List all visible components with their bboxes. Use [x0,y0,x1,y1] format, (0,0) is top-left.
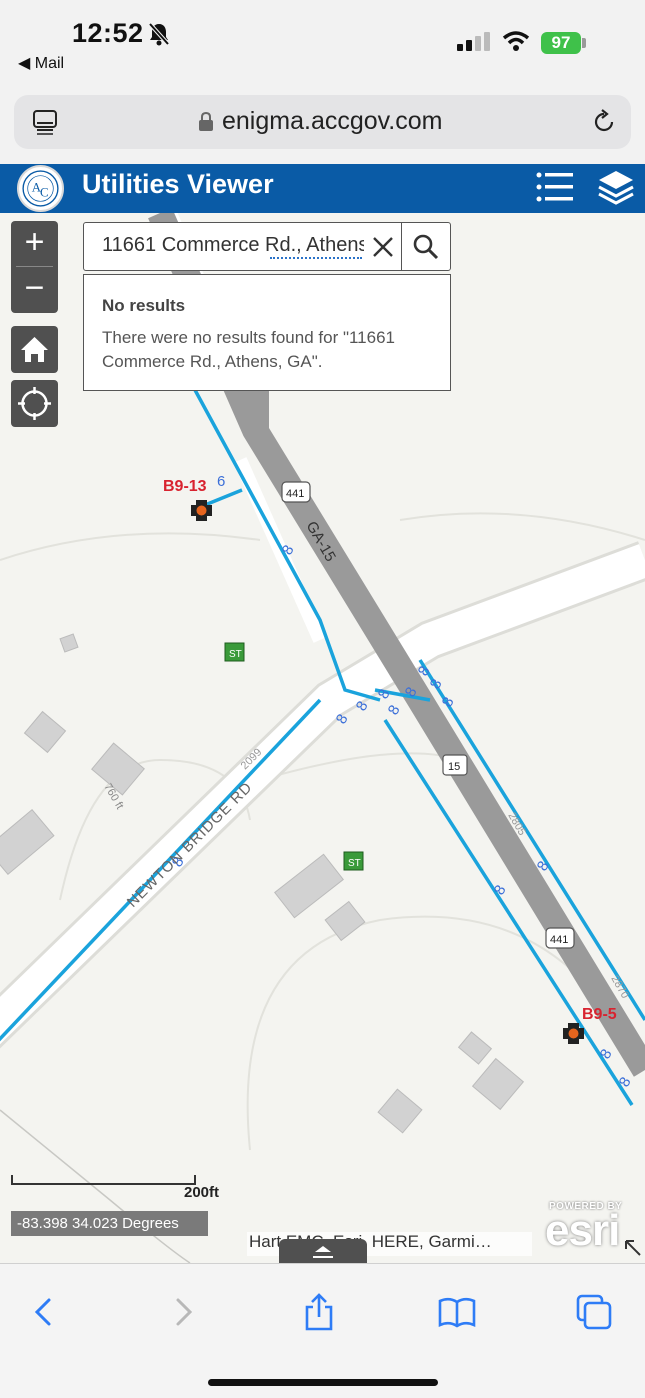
search-icon[interactable] [412,233,440,261]
results-title: No results [102,296,186,315]
zoom-out-button[interactable]: − [11,267,58,312]
locate-button[interactable] [11,380,58,427]
results-message: There were no results found for "11661 C… [102,328,396,371]
search-divider [401,223,402,270]
pipe-size-label: 8 [385,702,404,718]
search-results-panel: No results There were no results found f… [83,274,451,391]
coordinates-readout: -83.398 34.023 Degrees [11,1211,208,1236]
search-input[interactable]: 11661 Commerce Rd., Athens, GA [102,234,364,257]
us-441-shield: 441 [281,481,311,503]
road-label-newton-bridge: NEWTON BRIDGE RD [124,779,256,911]
lock-icon [199,111,213,131]
esri-logo: esri [545,1206,620,1255]
storm-inlet-marker[interactable]: ST [224,642,245,662]
home-indicator [208,1379,438,1386]
cellular-signal-icon [457,32,490,51]
address-search-box: 11661 Commerce Rd., Athens, GA [83,222,451,271]
svg-text:15: 15 [448,761,460,773]
tab-overview-icon[interactable] [32,109,58,135]
scale-bar [11,1175,196,1185]
pipe-size-label: 8 [616,1074,635,1090]
battery-tip [582,38,586,48]
storm-inlet-marker[interactable]: ST [343,851,364,871]
app-header: A C Utilities Viewer [0,164,645,213]
svg-text:ST: ST [348,858,361,869]
pipe-size-label: 8 [597,1046,616,1062]
share-icon[interactable] [299,1292,339,1332]
zoom-control: + − [11,221,58,313]
expand-attribution-icon[interactable] [623,1238,643,1258]
scale-label: 200ft [184,1184,220,1201]
pipe-size-label: 8 [491,882,510,898]
legend-list-icon[interactable] [533,169,575,207]
status-time: 12:52 [72,18,144,48]
pipe-size-label: 8 [427,676,446,692]
forward-arrow-icon[interactable] [164,1292,204,1332]
back-arrow-icon[interactable] [25,1292,65,1332]
zoom-in-button[interactable]: + [11,221,58,266]
crosshair-locate-icon [18,387,51,420]
svg-text:C: C [40,185,49,199]
clear-search-icon[interactable] [370,234,396,260]
svg-text:ST: ST [229,649,242,660]
tabs-icon[interactable] [574,1292,614,1332]
address-bar[interactable]: enigma.accgov.com [14,95,631,149]
manhole-label: B9-13 [163,478,207,495]
reload-icon[interactable] [591,108,617,136]
pipe-size-label: 8 [439,694,458,710]
bookmarks-icon[interactable] [437,1292,477,1332]
athens-clarke-county-seal-logo: A C [17,165,64,212]
svg-text:441: 441 [286,488,304,500]
spellcheck-underline [270,257,362,259]
browser-toolbar [0,1263,645,1398]
chevron-up-icon [313,1246,333,1258]
status-bar: 12:52 ◀ Mail 97 [0,0,645,84]
bottom-drawer-handle[interactable] [279,1239,367,1265]
url-text[interactable]: enigma.accgov.com [222,107,442,136]
home-button[interactable] [11,326,58,373]
manhole-label: B9-5 [582,1006,617,1023]
layers-icon[interactable] [596,168,636,208]
app-title: Utilities Viewer [82,169,274,199]
battery-level: 97 [541,32,581,54]
us-441-shield: 441 [545,927,575,949]
ga-15-shield: 15 [442,754,468,776]
svg-text:441: 441 [550,934,568,946]
back-to-mail-link[interactable]: ◀ Mail [18,53,64,73]
home-icon [21,337,48,362]
pipe-size-label: 6 [217,473,225,490]
wifi-icon [502,31,530,51]
bell-muted-icon [148,22,170,46]
